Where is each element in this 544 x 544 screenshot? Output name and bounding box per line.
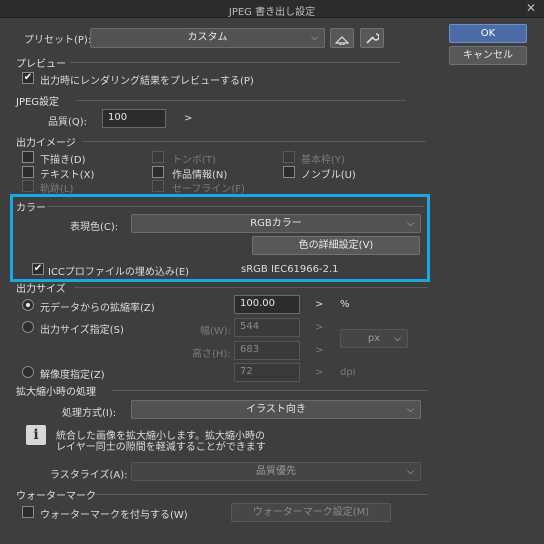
watermark-section-title: ウォーターマーク (16, 491, 96, 502)
preset-label: プリセット(P): (24, 35, 92, 46)
cancel-button[interactable]: キャンセル (449, 46, 527, 65)
divider (70, 62, 400, 63)
unit-value: px (367, 333, 381, 344)
method-value: イラスト向き (246, 404, 306, 415)
scale-unit: % (340, 299, 350, 310)
divider (74, 287, 428, 288)
work-info-checkbox[interactable] (152, 166, 164, 178)
width-input[interactable]: 544 (234, 318, 300, 337)
close-icon[interactable]: ✕ (526, 1, 536, 15)
output-image-section-title: 出力イメージ (16, 138, 76, 149)
size-label: 出力サイズ指定(S) (40, 325, 124, 336)
expression-color-value: RGBカラー (250, 218, 302, 229)
trail-checkbox[interactable] (22, 180, 34, 192)
wrench-icon (366, 33, 380, 44)
add-preset-icon (334, 36, 350, 46)
watermark-checkbox[interactable] (22, 506, 34, 518)
resolution-radio[interactable] (22, 366, 34, 378)
preset-value: カスタム (187, 32, 228, 43)
info-icon: i (26, 425, 46, 445)
chevron-down-icon: ⌵ (407, 467, 414, 477)
method-label: 処理方式(I): (62, 408, 117, 419)
scaling-section-title: 拡大縮小時の処理 (16, 387, 96, 398)
quality-arrow[interactable]: > (184, 113, 192, 124)
resolution-label: 解像度指定(Z) (40, 370, 105, 381)
chevron-down-icon: ⌵ (407, 219, 414, 229)
resolution-input[interactable]: 72 (234, 363, 300, 382)
expression-color-label: 表現色(C): (70, 222, 119, 233)
icc-profile-name: sRGB IEC61966-2.1 (241, 264, 339, 275)
manage-preset-button[interactable] (360, 28, 384, 48)
scale-input[interactable]: 100.00 (234, 295, 300, 314)
rasterize-value: 品質優先 (256, 466, 296, 477)
rasterize-dropdown[interactable]: 品質優先 ⌵ (131, 462, 421, 481)
height-arrow[interactable]: > (315, 345, 323, 356)
resolution-unit: dpi (340, 367, 356, 378)
scale-radio[interactable] (22, 299, 34, 311)
draft-checkbox[interactable] (22, 151, 34, 163)
watermark-checkbox-label: ウォーターマークを付与する(W) (40, 510, 188, 521)
page-number-checkbox[interactable] (283, 166, 295, 178)
divider (82, 141, 426, 142)
ok-button[interactable]: OK (449, 24, 527, 43)
safe-line-label: セーフライン(F) (172, 184, 245, 195)
color-detail-button[interactable]: 色の詳細設定(V) (252, 236, 420, 255)
width-arrow[interactable]: > (315, 322, 323, 333)
chevron-down-icon: ⌵ (394, 334, 401, 344)
divider (76, 100, 406, 101)
resolution-arrow[interactable]: > (315, 367, 323, 378)
preview-section-title: プレビュー (16, 59, 66, 70)
jpeg-section-title: JPEG設定 (16, 97, 60, 108)
scale-label: 元データからの拡縮率(Z) (40, 303, 155, 314)
text-checkbox[interactable] (22, 166, 34, 178)
work-info-label: 作品情報(N) (172, 170, 228, 181)
safe-line-checkbox[interactable] (152, 180, 164, 192)
chevron-down-icon: ⌵ (311, 33, 318, 43)
trim-marks-checkbox[interactable] (152, 151, 164, 163)
quality-label: 品質(Q): (48, 117, 88, 128)
title-bar: JPEG 書き出し設定 ✕ (0, 0, 544, 18)
basic-frame-label: 基本枠(Y) (301, 155, 345, 166)
trail-label: 軌跡(L) (40, 184, 74, 195)
divider (48, 206, 424, 207)
info-text-line2: レイヤー同士の隙間を軽減することができます (56, 442, 266, 453)
method-dropdown[interactable]: イラスト向き ⌵ (131, 400, 421, 419)
page-number-label: ノンブル(U) (301, 170, 356, 181)
icc-checkbox[interactable]: ✔ (32, 263, 44, 275)
window-title: JPEG 書き出し設定 (228, 7, 316, 18)
preview-checkbox-label: 出力時にレンダリング結果をプレビューする(P) (40, 76, 254, 87)
basic-frame-checkbox[interactable] (283, 151, 295, 163)
draft-label: 下描き(D) (40, 155, 86, 166)
scale-arrow[interactable]: > (315, 299, 323, 310)
unit-dropdown[interactable]: px ⌵ (340, 329, 408, 348)
trim-marks-label: トンボ(T) (172, 155, 216, 166)
divider (94, 494, 428, 495)
watermark-settings-button[interactable]: ウォーターマーク設定(M) (231, 503, 391, 522)
text-label: テキスト(X) (40, 170, 95, 181)
width-label: 幅(W): (200, 326, 232, 337)
color-section-title: カラー (16, 203, 46, 214)
rasterize-label: ラスタライズ(A): (50, 470, 128, 481)
divider (112, 390, 428, 391)
height-label: 高さ(H): (192, 349, 231, 360)
expression-color-dropdown[interactable]: RGBカラー ⌵ (131, 214, 421, 233)
output-size-section-title: 出力サイズ (16, 284, 66, 295)
chevron-down-icon: ⌵ (407, 405, 414, 415)
size-radio[interactable] (22, 321, 34, 333)
icc-label: ICCプロファイルの埋め込み(E) (48, 267, 190, 278)
quality-input[interactable]: 100 (102, 109, 166, 128)
save-preset-button[interactable] (330, 28, 354, 48)
preset-dropdown[interactable]: カスタム ⌵ (90, 28, 325, 48)
preview-checkbox[interactable]: ✔ (22, 72, 34, 84)
height-input[interactable]: 683 (234, 341, 300, 360)
